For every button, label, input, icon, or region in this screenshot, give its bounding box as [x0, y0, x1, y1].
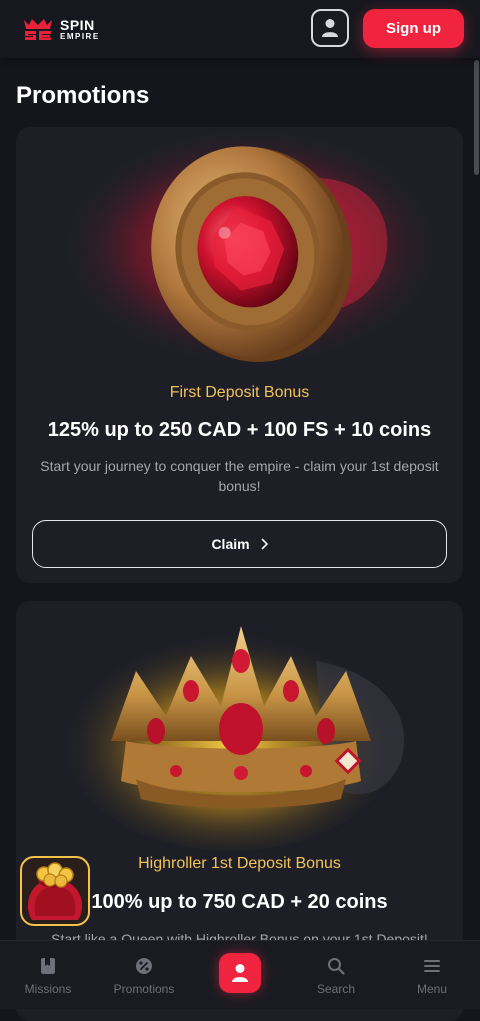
nav-item-account[interactable]	[192, 941, 288, 1009]
page-title: Promotions	[16, 82, 150, 109]
nav-item-search[interactable]: Search	[288, 941, 384, 1009]
logo-text-spin: SPIN	[60, 16, 95, 33]
chevron-right-icon	[260, 538, 268, 550]
nav-label-missions: Missions	[24, 982, 72, 996]
promotion-card: First Deposit Bonus 125% up to 250 CAD +…	[16, 127, 463, 583]
ruby-coin-icon	[61, 127, 441, 367]
bottom-navigation: Missions Promotions Search Menu	[0, 940, 480, 1009]
nav-label-search: Search	[316, 982, 356, 996]
coin-bag-widget[interactable]	[20, 856, 90, 926]
nav-item-promotions[interactable]: Promotions	[96, 941, 192, 1009]
promotion-label: First Deposit Bonus	[169, 384, 310, 401]
percent-badge-icon	[136, 958, 152, 974]
nav-item-missions[interactable]: Missions	[0, 941, 96, 1009]
spin-empire-logo[interactable]: SPIN EMPIRE	[22, 16, 100, 42]
nav-item-menu[interactable]: Menu	[384, 941, 480, 1009]
account-button[interactable]	[311, 9, 349, 47]
coin-bag-icon	[27, 862, 83, 920]
golden-crown-icon	[61, 621, 405, 851]
promotion-description: Start your journey to conquer the empire…	[40, 458, 439, 494]
hamburger-menu-icon	[424, 960, 440, 972]
signup-button[interactable]: Sign up	[363, 9, 464, 48]
page-scrollbar[interactable]	[474, 60, 479, 175]
user-icon	[322, 19, 338, 37]
bookmark-book-icon	[41, 958, 55, 974]
claim-button[interactable]: Claim	[32, 520, 447, 568]
search-icon	[328, 958, 345, 975]
account-center-button[interactable]	[219, 953, 261, 993]
logo-crown-icon	[24, 19, 52, 40]
nav-label-promotions: Promotions	[113, 982, 175, 996]
promotion-title: 125% up to 250 CAD + 100 FS + 10 coins	[47, 419, 432, 441]
logo-text-empire: EMPIRE	[60, 31, 100, 41]
nav-label-menu: Menu	[416, 982, 448, 996]
top-header: SPIN EMPIRE Sign up	[0, 0, 480, 58]
claim-button-label: Claim	[211, 536, 250, 552]
user-icon	[232, 964, 248, 982]
